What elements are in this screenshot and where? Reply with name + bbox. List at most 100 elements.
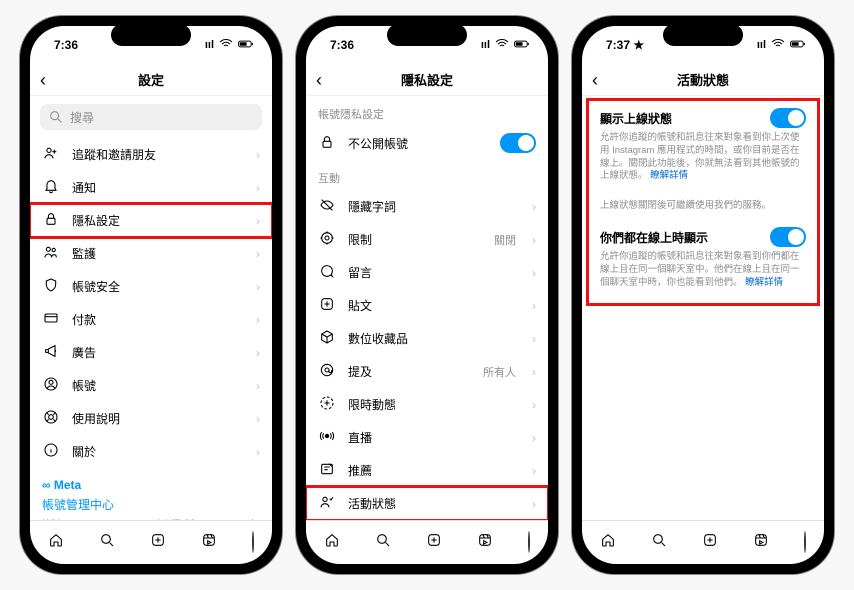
status-right: ııl — [481, 36, 530, 55]
row-label: 使用說明 — [72, 410, 244, 427]
tab-reels[interactable] — [753, 532, 769, 553]
row-help[interactable]: 使用說明 › — [30, 402, 272, 435]
row-account[interactable]: 帳號 › — [30, 369, 272, 402]
section-interactions: 互動 — [306, 160, 548, 190]
block-both-online: 你們都在線上時顯示 允許你追蹤的帳號和訊息往來對象看到你們都在線上且在同一個聊天… — [588, 219, 818, 299]
signal-icon: ııl — [205, 39, 214, 51]
row-hidden-words[interactable]: 隱藏字詞 › — [306, 190, 548, 223]
row-limits[interactable]: 限制 關閉 › — [306, 223, 548, 256]
avatar-icon — [804, 531, 806, 553]
row-label: 推薦 — [348, 462, 520, 479]
row-collectibles[interactable]: 數位收藏品 › — [306, 322, 548, 355]
limits-icon — [318, 230, 336, 249]
shield-icon — [42, 277, 60, 296]
row-label: 直播 — [348, 429, 520, 446]
row-label: 活動狀態 — [348, 495, 520, 512]
status-right: ııl — [205, 36, 254, 55]
comment-icon — [318, 263, 336, 282]
row-follow-invite[interactable]: 追蹤和邀請朋友 › — [30, 138, 272, 171]
chevron-right-icon: › — [532, 200, 536, 214]
help-icon — [42, 409, 60, 428]
block-title: 顯示上線狀態 — [600, 110, 672, 127]
row-label: 追蹤和邀請朋友 — [72, 146, 244, 163]
tab-profile[interactable] — [252, 532, 254, 553]
tab-search[interactable] — [99, 532, 115, 553]
status-right: ııl — [757, 36, 806, 55]
chevron-right-icon: › — [256, 247, 260, 261]
tab-profile[interactable] — [804, 532, 806, 553]
tab-reels[interactable] — [201, 532, 217, 553]
chevron-right-icon: › — [532, 431, 536, 445]
row-story[interactable]: 限時動態 › — [306, 388, 548, 421]
chevron-right-icon: › — [532, 266, 536, 280]
tab-create[interactable] — [702, 532, 718, 553]
row-about[interactable]: 關於 › — [30, 435, 272, 468]
row-supervision[interactable]: 監護 › — [30, 237, 272, 270]
collect-icon — [318, 329, 336, 348]
chevron-right-icon: › — [532, 233, 536, 247]
chevron-right-icon: › — [532, 365, 536, 379]
row-private-account[interactable]: 不公開帳號 — [306, 126, 548, 160]
content: 搜尋 追蹤和邀請朋友 › 通知 › 隱私設定 › 監護 › — [30, 96, 272, 520]
bell-icon — [42, 178, 60, 197]
chevron-right-icon: › — [256, 445, 260, 459]
row-label: 提及 — [348, 363, 471, 380]
back-button[interactable]: ‹ — [316, 71, 322, 89]
tab-home[interactable] — [324, 532, 340, 553]
tab-create[interactable] — [426, 532, 442, 553]
tab-search[interactable] — [375, 532, 391, 553]
tab-reels[interactable] — [477, 532, 493, 553]
activity-icon — [318, 494, 336, 513]
page-title: 隱私設定 — [401, 70, 453, 89]
tab-home[interactable] — [600, 532, 616, 553]
meta-logo: ∞ — [42, 478, 54, 492]
toggle-both-online[interactable] — [770, 227, 806, 247]
learn-more-link[interactable]: 瞭解詳情 — [650, 170, 688, 181]
row-posts[interactable]: 貼文 › — [306, 289, 548, 322]
tab-profile[interactable] — [528, 532, 530, 553]
row-guides[interactable]: 推薦 › — [306, 454, 548, 487]
back-button[interactable]: ‹ — [40, 71, 46, 89]
avatar-icon — [252, 531, 254, 553]
row-mentions[interactable]: 提及 所有人 › — [306, 355, 548, 388]
meta-section: ∞ Meta 帳號管理中心 — [30, 468, 272, 515]
card-icon — [42, 310, 60, 329]
lock-icon — [318, 134, 336, 153]
hidden-icon — [318, 197, 336, 216]
status-time: 7:36 — [330, 38, 354, 52]
chevron-right-icon: › — [532, 332, 536, 346]
row-label: 限時動態 — [348, 396, 520, 413]
row-value: 所有人 — [483, 364, 516, 380]
chevron-right-icon: › — [256, 181, 260, 195]
row-payments[interactable]: 付款 › — [30, 303, 272, 336]
tab-search[interactable] — [651, 532, 667, 553]
tab-create[interactable] — [150, 532, 166, 553]
wifi-icon — [218, 36, 234, 55]
phone-frame: 7:36 ııl ‹ 設定 搜尋 追蹤和邀請朋友 — [20, 16, 282, 574]
tab-home[interactable] — [48, 532, 64, 553]
tab-bar — [30, 520, 272, 564]
mention-icon — [318, 362, 336, 381]
hint-text: 上線狀態關閉後可繼續使用我們的服務。 — [588, 193, 818, 219]
row-security[interactable]: 帳號安全 › — [30, 270, 272, 303]
row-notifications[interactable]: 通知 › — [30, 171, 272, 204]
avatar-icon — [528, 531, 530, 553]
highlight-activity-settings: 顯示上線狀態 允許你追蹤的帳號和訊息往來對象看到你上次使用 Instagram … — [588, 100, 818, 304]
info-icon — [42, 442, 60, 461]
chevron-right-icon: › — [256, 148, 260, 162]
row-comments[interactable]: 留言 › — [306, 256, 548, 289]
row-ads[interactable]: 廣告 › — [30, 336, 272, 369]
status-time: 7:37 ★ — [606, 38, 644, 52]
toggle-show-activity[interactable] — [770, 108, 806, 128]
search-input[interactable]: 搜尋 — [40, 104, 262, 130]
guide-icon — [318, 461, 336, 480]
learn-more-link[interactable]: 瞭解詳情 — [745, 277, 783, 288]
row-activity-status[interactable]: 活動狀態 › — [306, 487, 548, 520]
row-live[interactable]: 直播 › — [306, 421, 548, 454]
signal-icon: ııl — [481, 39, 490, 51]
row-label: 通知 — [72, 179, 244, 196]
toggle-private[interactable] — [500, 133, 536, 153]
row-privacy[interactable]: 隱私設定 › — [30, 204, 272, 237]
back-button[interactable]: ‹ — [592, 71, 598, 89]
account-center-link[interactable]: 帳號管理中心 — [42, 496, 260, 513]
